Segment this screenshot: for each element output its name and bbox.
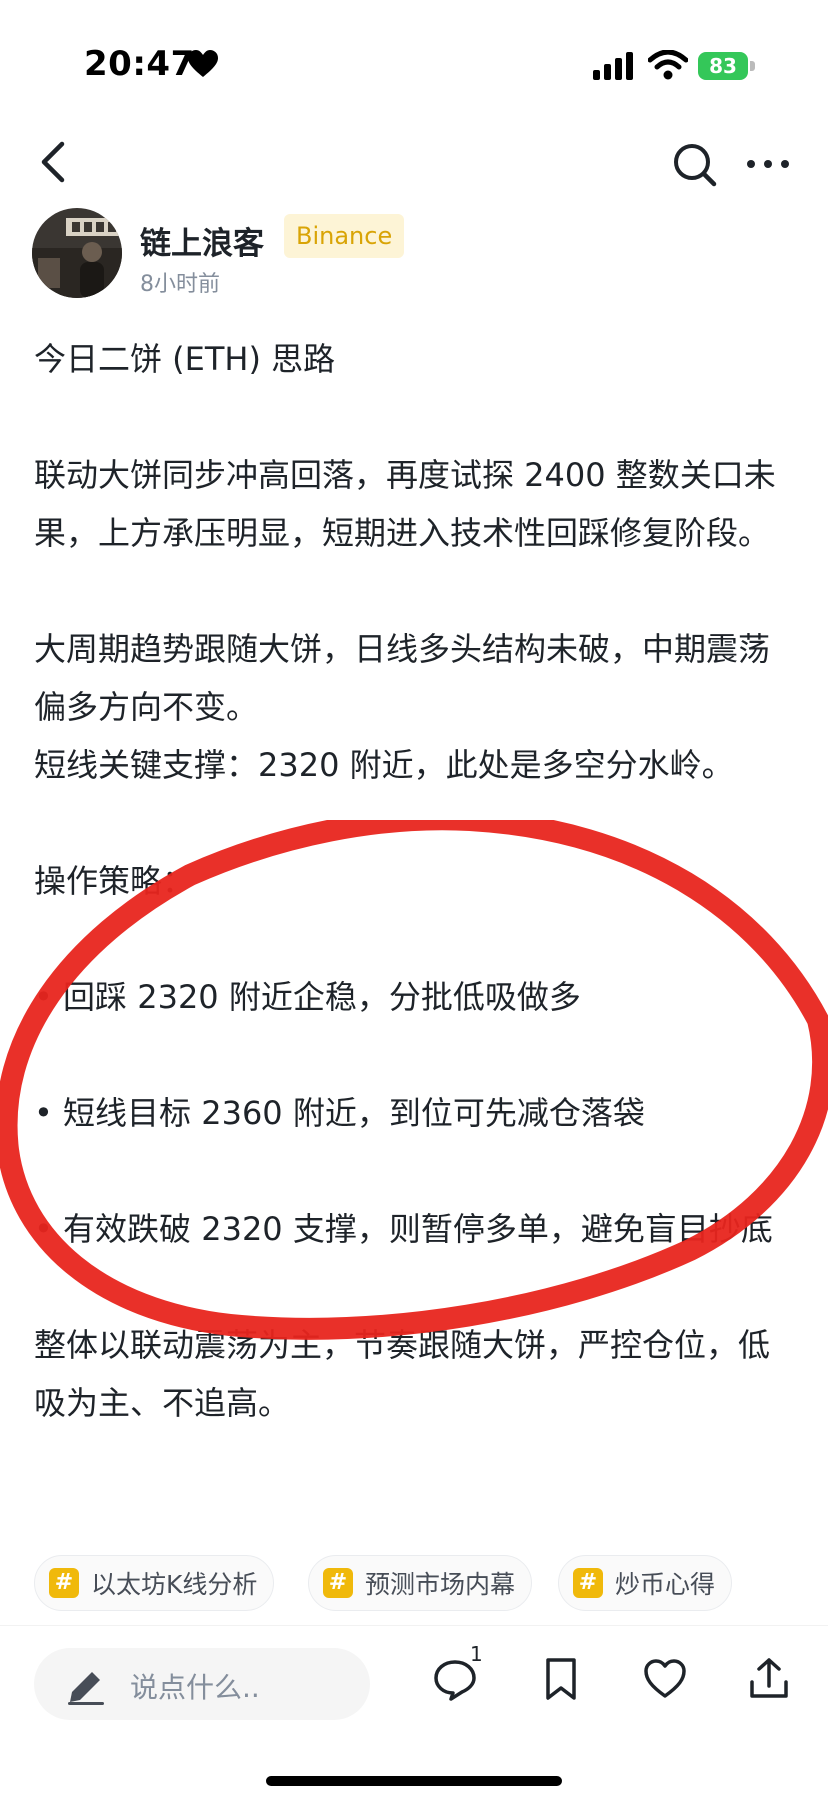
avatar[interactable] (32, 208, 122, 298)
pen-icon (68, 1672, 104, 1705)
bookmark-icon[interactable] (538, 1656, 584, 1702)
wifi-icon (648, 50, 688, 80)
topic-tag-label: 以太坊K线分析 (91, 1570, 258, 1599)
more-icon[interactable] (746, 154, 790, 174)
signal-icon (593, 52, 633, 80)
author-header: 链上浪客 Binance 8小时前 (32, 208, 812, 300)
battery-level: 83 (698, 52, 748, 80)
search-icon[interactable] (672, 142, 718, 188)
battery-indicator: 83 (698, 52, 756, 80)
topic-tag-label: 预测市场内幕 (365, 1570, 516, 1599)
topic-tag-label: 炒币心得 (615, 1570, 716, 1599)
back-icon[interactable] (38, 140, 68, 184)
hashtag-icon: # (573, 1568, 603, 1598)
top-nav (0, 130, 828, 200)
post-paragraph: 短线关键支撑：2320 附近，此处是多空分水岭。 (34, 746, 734, 784)
comment-input[interactable]: 说点什么.. (34, 1648, 370, 1720)
post-title: 今日二饼 (ETH) 思路 (34, 340, 336, 378)
post-paragraph: 联动大饼同步冲高回落，再度试探 2400 整数关口未果，上方承压明显，短期进入技… (34, 456, 776, 552)
share-icon[interactable] (746, 1656, 792, 1702)
bottom-action-bar: 说点什么.. 1 (0, 1625, 828, 1801)
strategy-bullet: • 回踩 2320 附近企稳，分批低吸做多 (34, 978, 581, 1016)
topic-tag[interactable]: # 以太坊K线分析 (34, 1555, 275, 1611)
status-bar: 20:47 83 (0, 0, 828, 130)
topic-tags: # 以太坊K线分析 # 预测市场内幕 # 炒币心得 (34, 1555, 814, 1611)
strategy-heading: 操作策略： (34, 862, 195, 900)
comment-placeholder: 说点什么.. (130, 1671, 260, 1704)
like-icon[interactable] (642, 1656, 688, 1702)
heart-icon (188, 50, 218, 77)
hashtag-icon: # (323, 1568, 353, 1598)
author-name[interactable]: 链上浪客 (140, 218, 264, 263)
source-badge: Binance (284, 214, 405, 258)
topic-tag[interactable]: # 炒币心得 (558, 1555, 733, 1611)
post-content: 今日二饼 (ETH) 思路 联动大饼同步冲高回落，再度试探 2400 整数关口未… (34, 330, 796, 1432)
post-paragraph: 大周期趋势跟随大饼，日线多头结构未破，中期震荡偏多方向不变。 (34, 630, 771, 726)
strategy-bullet: • 短线目标 2360 附近，到位可先减仓落袋 (34, 1094, 645, 1132)
home-indicator (266, 1776, 562, 1786)
hashtag-icon: # (49, 1568, 79, 1598)
comment-count: 1 (470, 1642, 483, 1666)
strategy-bullet: • 有效跌破 2320 支撑，则暂停多单，避免盲目抄底 (34, 1210, 773, 1248)
battery-tip (750, 61, 755, 71)
post-time: 8小时前 (140, 272, 220, 297)
topic-tag[interactable]: # 预测市场内幕 (308, 1555, 533, 1611)
status-time: 20:47 (84, 44, 195, 84)
post-summary: 整体以联动震荡为主，节奏跟随大饼，严控仓位，低吸为主、不追高。 (34, 1326, 771, 1422)
